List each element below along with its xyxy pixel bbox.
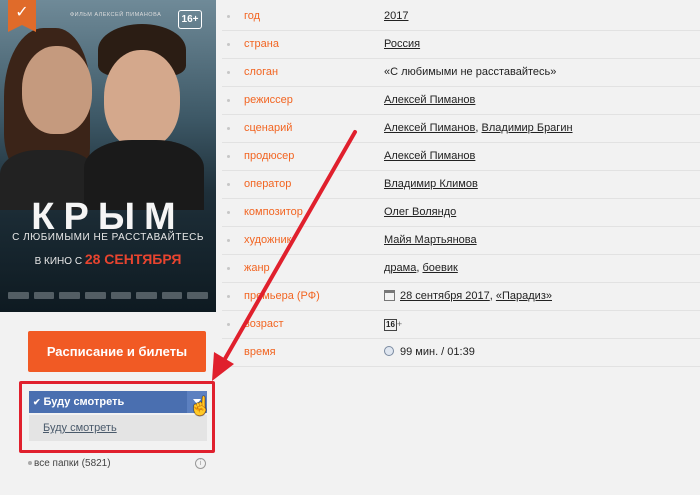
info-value-link[interactable]: Алексей Пиманов <box>384 150 475 162</box>
watchlist-option[interactable]: Буду смотреть <box>29 415 207 441</box>
poster-release-date: 28 СЕНТЯБРЯ <box>84 251 182 267</box>
age-rating-plus: + <box>396 319 403 329</box>
info-label: композитор <box>244 206 303 218</box>
info-value-link[interactable]: Владимир Климов <box>384 178 478 190</box>
poster-logos <box>8 292 208 302</box>
info-label: время <box>244 346 276 358</box>
info-value-link[interactable]: драма <box>384 262 416 274</box>
info-row-slogan: слоган «С любимыми не расставайтесь» <box>222 58 700 87</box>
info-row-operator: оператор Владимир Климов <box>222 170 700 199</box>
info-row-country: страна Россия <box>222 30 700 59</box>
info-row-genre: жанр драма, боевик <box>222 254 700 283</box>
calendar-icon <box>384 290 395 301</box>
poster-age-badge: 16+ <box>178 10 202 29</box>
hand-cursor-icon: ☝ <box>189 396 212 416</box>
info-value-link[interactable]: Майя Мартьянова <box>384 234 477 246</box>
poster-tagline: С ЛЮБИМЫМИ НЕ РАССТАВАЙТЕСЬ <box>12 232 204 243</box>
info-label: сценарий <box>244 122 293 134</box>
poster-credit: ФИЛЬМ АЛЕКСЕЙ ПИМАНОВА <box>70 12 162 18</box>
info-row-duration: время 99 мин. / 01:39 <box>222 338 700 367</box>
info-row-age: возраст 16 + <box>222 310 700 339</box>
info-value-link[interactable]: Алексей Пиманов <box>384 122 475 134</box>
info-value-link[interactable]: 28 сентября 2017 <box>400 290 490 302</box>
poster-figure-man <box>104 50 180 148</box>
info-row-year: год 2017 <box>222 2 700 31</box>
info-icon[interactable]: i <box>195 458 206 469</box>
info-row-artist: художник Майя Мартьянова <box>222 226 700 255</box>
info-value: 99 мин. / 01:39 <box>400 346 475 358</box>
all-folders-link[interactable]: все папки (5821) <box>34 458 111 469</box>
age-rating-badge: 16 <box>384 319 397 331</box>
movie-poster[interactable]: ФИЛЬМ АЛЕКСЕЙ ПИМАНОВА 16+ ✓ КРЫМ С ЛЮБИ… <box>0 0 216 312</box>
info-label: художник <box>244 234 292 246</box>
info-value-link[interactable]: «Парадиз» <box>496 290 552 302</box>
bullet-icon <box>28 461 32 465</box>
info-label: оператор <box>244 178 292 190</box>
info-label: премьера (РФ) <box>244 290 320 302</box>
info-value-link[interactable]: Алексей Пиманов <box>384 94 475 106</box>
poster-figure-woman <box>22 46 92 134</box>
watchlist-option-label: Буду смотреть <box>43 422 117 434</box>
info-label: год <box>244 10 261 22</box>
info-value-link[interactable]: боевик <box>422 262 457 274</box>
info-label: страна <box>244 38 279 50</box>
check-icon: ✔ <box>33 397 41 407</box>
info-row-composer: композитор Олег Воляндо <box>222 198 700 227</box>
watchlist-dropdown[interactable]: ✔ Буду смотреть <box>29 391 207 413</box>
schedule-tickets-button[interactable]: Расписание и билеты <box>28 331 206 372</box>
info-row-producer: продюсер Алексей Пиманов <box>222 142 700 171</box>
info-row-director: режиссер Алексей Пиманов <box>222 86 700 115</box>
poster-release: В КИНО С 28 СЕНТЯБРЯ <box>0 251 216 267</box>
info-value: «С любимыми не расставайтесь» <box>384 66 557 78</box>
info-row-screenplay: сценарий Алексей Пиманов, Владимир Браги… <box>222 114 700 143</box>
info-value-link[interactable]: Владимир Брагин <box>482 122 573 134</box>
info-row-premiere: премьера (РФ) 28 сентября 2017, «Парадиз… <box>222 282 700 311</box>
info-label: жанр <box>244 262 270 274</box>
watchlist-dropdown-highlight: ✔ Буду смотреть Буду смотреть <box>19 381 215 453</box>
info-value-link[interactable]: Олег Воляндо <box>384 206 456 218</box>
info-label: слоган <box>244 66 279 78</box>
watchlist-selected-label: Буду смотреть <box>43 396 125 408</box>
left-column: ФИЛЬМ АЛЕКСЕЙ ПИМАНОВА 16+ ✓ КРЫМ С ЛЮБИ… <box>0 0 222 495</box>
info-label: возраст <box>244 318 284 330</box>
clock-icon <box>384 346 394 356</box>
info-value-link[interactable]: Россия <box>384 38 420 50</box>
info-label: продюсер <box>244 150 295 162</box>
poster-release-prefix: В КИНО С <box>34 256 83 267</box>
info-value-link[interactable]: 2017 <box>384 10 408 22</box>
info-label: режиссер <box>244 94 293 106</box>
